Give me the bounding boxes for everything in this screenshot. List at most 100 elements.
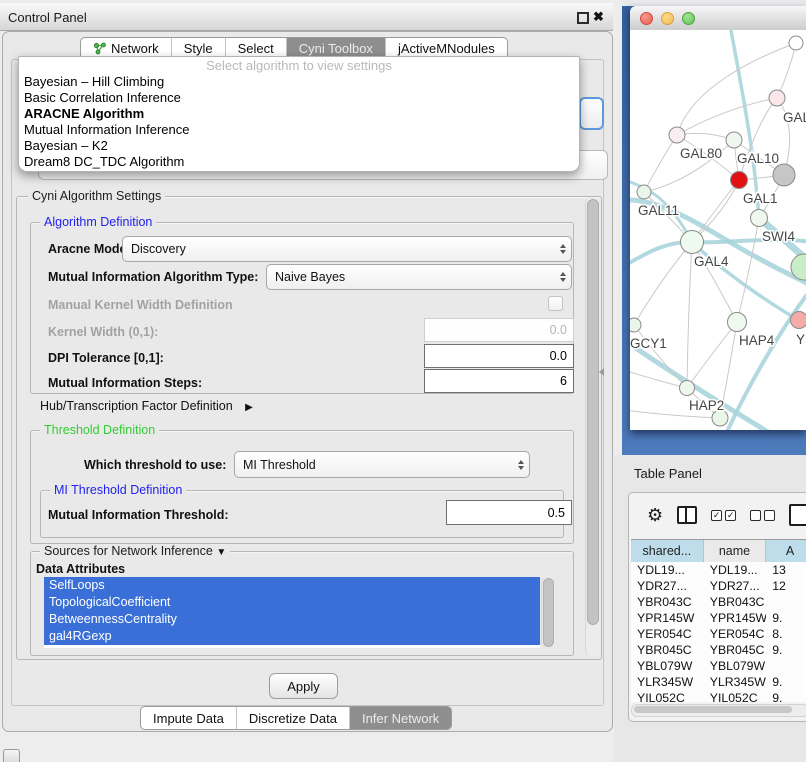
table-cell: 13 — [766, 562, 806, 578]
table-horizontal-scrollbar[interactable] — [631, 704, 806, 717]
network-edge[interactable] — [726, 288, 806, 430]
dpi-tolerance-field[interactable]: 0.0 — [424, 344, 574, 368]
table-row[interactable]: YBL079WYBL079W — [631, 658, 806, 674]
table-row[interactable]: YDL19...YDL19...13 — [631, 562, 806, 578]
mi-steps-field[interactable]: 6 — [424, 369, 574, 393]
table-toolbar: ⚙ ✓✓ — [629, 493, 806, 537]
which-threshold-label: Which threshold to use: — [84, 458, 226, 472]
control-panel-titlebar: Control Panel ✖ — [0, 2, 613, 31]
mi-type-label: Mutual Information Algorithm Type: — [48, 270, 258, 284]
column-header[interactable]: A — [766, 540, 806, 562]
close-traffic-light-icon[interactable] — [640, 12, 653, 25]
table-row[interactable]: YLR345WYLR345W9. — [631, 674, 806, 690]
network-icon — [93, 42, 106, 55]
algorithm-definition-title: Algorithm Definition — [40, 215, 156, 229]
table-row[interactable]: YIL052CYIL052C9. — [631, 690, 806, 702]
settings-scrollbar[interactable] — [585, 197, 600, 656]
table-row[interactable]: YPR145WYPR145W9. — [631, 610, 806, 626]
table-row[interactable]: YBR045CYBR045C9. — [631, 642, 806, 658]
attribute-option[interactable]: TopologicalCoefficient — [44, 594, 540, 611]
gear-icon[interactable]: ⚙ — [647, 506, 663, 524]
algorithm-option[interactable]: Dream8 DC_TDC Algorithm — [19, 154, 579, 170]
table-header-row: shared...nameA — [631, 539, 806, 563]
attribute-list-scrollbar[interactable] — [541, 577, 555, 648]
network-node[interactable] — [791, 312, 806, 329]
column-header[interactable]: shared... — [631, 540, 704, 562]
network-node[interactable] — [773, 164, 795, 186]
network-node[interactable] — [681, 231, 704, 254]
network-node[interactable] — [630, 318, 641, 332]
table-row[interactable]: YER054CYER054C8. — [631, 626, 806, 642]
attribute-option[interactable]: SelfLoops — [44, 577, 540, 594]
column-header[interactable]: name — [704, 540, 766, 562]
table-cell: YDR27... — [631, 578, 704, 594]
network-edge[interactable] — [677, 133, 734, 140]
network-node[interactable] — [731, 172, 748, 189]
tab-impute-data[interactable]: Impute Data — [141, 707, 236, 729]
apply-button-label: Apply — [287, 679, 320, 694]
mi-type-combo[interactable]: Naive Bayes — [266, 264, 572, 290]
split-columns-icon[interactable] — [677, 506, 697, 524]
apply-button[interactable]: Apply — [269, 673, 338, 699]
table-cell: YBL079W — [704, 658, 766, 674]
attribute-option[interactable]: BetweennessCentrality — [44, 611, 540, 628]
table-row[interactable]: YBR043CYBR043C — [631, 594, 806, 610]
minimized-window-icon[interactable] — [3, 749, 20, 762]
tab-label: Select — [238, 41, 274, 56]
which-threshold-combo[interactable]: MI Threshold — [234, 451, 530, 478]
network-edge[interactable] — [687, 322, 737, 388]
document-icon[interactable] — [789, 504, 806, 526]
tab-label: Infer Network — [362, 711, 439, 726]
table-cell: 9. — [766, 674, 806, 690]
tab-label: Discretize Data — [249, 711, 337, 726]
manual-kernel-label: Manual Kernel Width Definition — [48, 298, 233, 312]
network-edge[interactable] — [737, 218, 759, 322]
close-icon[interactable]: ✖ — [593, 9, 604, 25]
settings-scrollbar-thumb[interactable] — [587, 199, 599, 625]
network-node[interactable] — [751, 210, 768, 227]
tab-infer-network[interactable]: Infer Network — [349, 707, 451, 729]
node-label: GCY1 — [630, 336, 667, 351]
zoom-traffic-light-icon[interactable] — [682, 12, 695, 25]
algorithm-option[interactable]: Basic Correlation Inference — [19, 90, 579, 106]
table-cell: 9. — [766, 690, 806, 702]
algorithm-option[interactable]: Mutual Information Inference — [19, 122, 579, 138]
minimize-traffic-light-icon[interactable] — [661, 12, 674, 25]
kernel-width-label: Kernel Width (0,1): — [48, 325, 158, 339]
network-edge[interactable] — [677, 98, 777, 135]
kernel-width-field[interactable]: 0.0 — [424, 318, 574, 342]
splitpane-collapse-icon[interactable] — [599, 368, 604, 376]
mi-threshold-label: Mutual Information Threshold: — [48, 508, 229, 522]
network-node[interactable] — [789, 36, 803, 50]
network-node[interactable] — [669, 127, 685, 143]
network-window-titlebar[interactable] — [630, 6, 806, 31]
network-edge[interactable] — [644, 135, 677, 192]
manual-kernel-checkbox[interactable] — [548, 296, 563, 311]
network-node[interactable] — [728, 313, 747, 332]
algorithm-option[interactable]: Bayesian – K2 — [19, 138, 579, 154]
algorithm-combo-fragment[interactable] — [579, 97, 604, 130]
network-node[interactable] — [680, 381, 695, 396]
network-edge[interactable] — [687, 242, 692, 388]
network-node[interactable] — [637, 185, 651, 199]
sources-title[interactable]: Sources for Network Inference ▼ — [40, 544, 230, 558]
float-window-icon[interactable] — [577, 12, 589, 24]
tab-discretize-data[interactable]: Discretize Data — [236, 707, 349, 729]
select-all-columns-icon[interactable]: ✓✓ — [711, 510, 736, 521]
algorithm-option[interactable]: ARACNE Algorithm — [19, 106, 579, 122]
network-edge[interactable] — [777, 43, 796, 98]
mi-steps-label: Mutual Information Steps: — [48, 376, 202, 390]
network-node[interactable] — [726, 132, 742, 148]
table-row[interactable]: YDR27...YDR27...12 — [631, 578, 806, 594]
attribute-option[interactable]: gal4RGexp — [44, 628, 540, 645]
tab-label: Style — [184, 41, 213, 56]
network-node[interactable] — [769, 90, 785, 106]
table-cell: YBR043C — [631, 594, 704, 610]
algorithm-option[interactable]: Bayesian – Hill Climbing — [19, 74, 579, 90]
network-view-canvas[interactable]: GALGAL80GAL10GAL1GAL11SWI4GAL4GCY1HAP4YH… — [630, 30, 806, 430]
node-label: HAP4 — [739, 333, 775, 348]
deselect-all-columns-icon[interactable] — [750, 510, 775, 521]
hub-definition-disclosure[interactable]: Hub/Transcription Factor Definition ▶ — [40, 399, 253, 413]
aracne-mode-combo[interactable]: Discovery — [122, 236, 572, 262]
mi-threshold-field[interactable]: 0.5 — [446, 500, 572, 525]
